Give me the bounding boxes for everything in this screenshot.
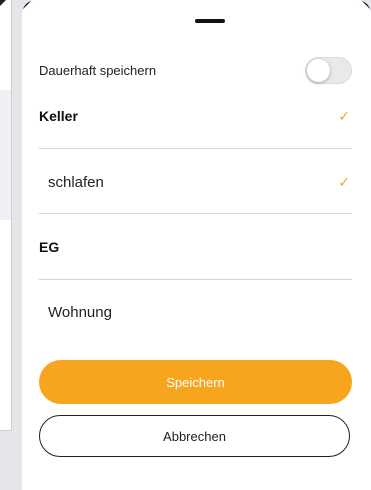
persist-toggle[interactable] [305,56,352,84]
list-item-schlafen[interactable]: schlafen ✓ [39,166,352,198]
list-item-wohnung[interactable]: Wohnung [39,296,352,328]
background-corner [0,0,6,6]
list-item-keller[interactable]: Keller ✓ [39,100,352,132]
background-page [0,0,12,431]
list-item-label: schlafen [48,173,104,191]
divider [39,148,352,149]
divider [39,213,352,214]
persist-row: Dauerhaft speichern [39,56,352,84]
list-item-label: Wohnung [48,303,112,321]
sheet-corner-left [22,0,32,10]
list-item-label: Keller [39,108,78,124]
check-icon: ✓ [338,107,350,124]
persist-label: Dauerhaft speichern [39,62,157,78]
save-button[interactable]: Speichern [39,360,352,404]
divider [39,279,352,280]
sheet-corner-right [361,0,371,10]
cancel-button[interactable]: Abbrechen [39,415,350,457]
background-section [0,90,11,220]
toggle-knob [307,58,330,82]
sheet-grabber-handle[interactable] [195,19,225,23]
screen: Dauerhaft speichern Keller ✓ schlafen ✓ … [0,0,371,490]
bottom-sheet: Dauerhaft speichern Keller ✓ schlafen ✓ … [22,0,371,490]
list-item-eg[interactable]: EG [39,231,352,263]
list-item-label: EG [39,239,60,255]
check-icon: ✓ [338,173,350,190]
